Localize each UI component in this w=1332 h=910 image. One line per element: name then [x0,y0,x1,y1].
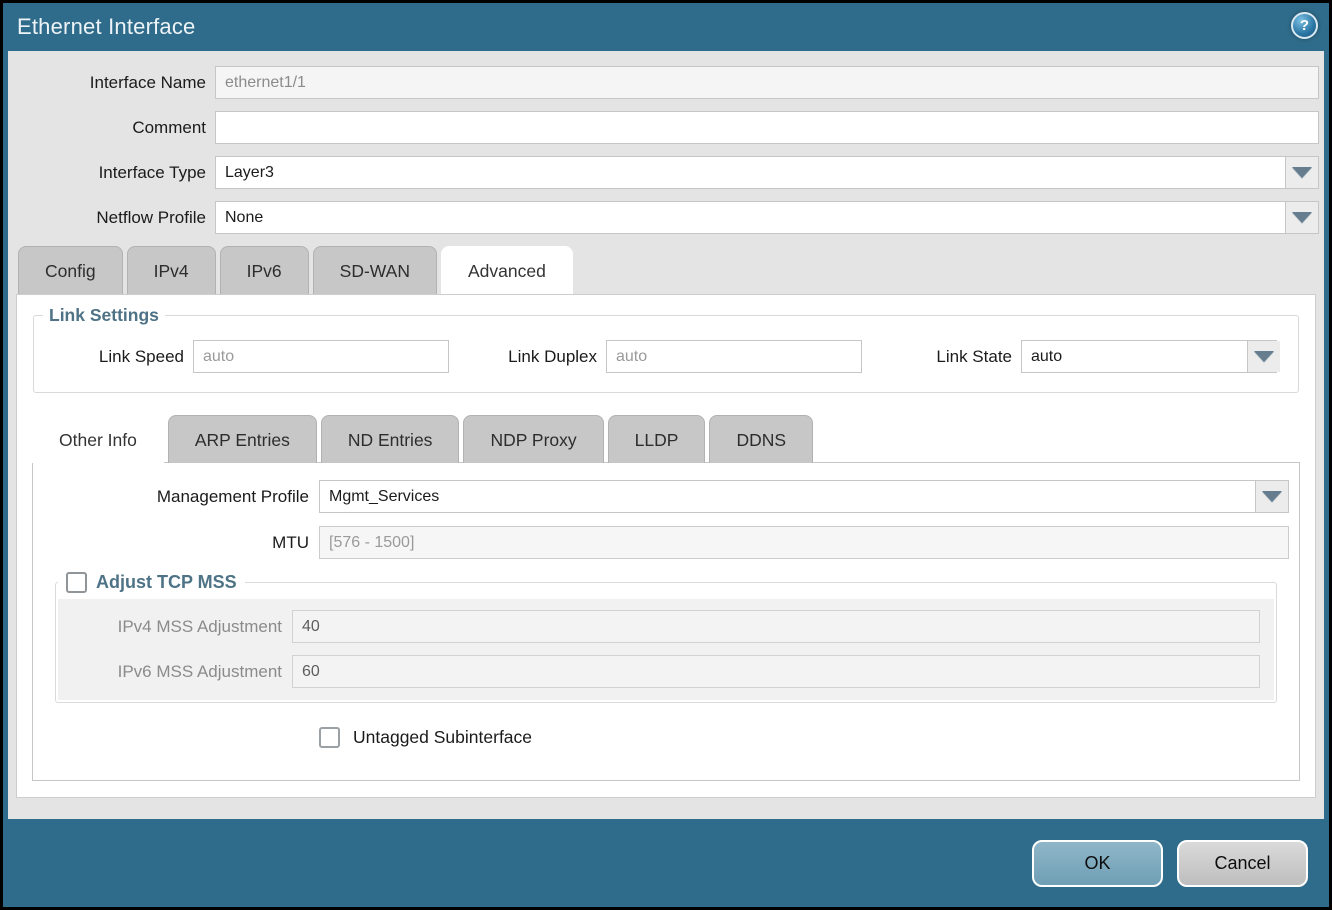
interface-name-label: Interface Name [8,73,206,93]
interface-name-field [215,66,1319,99]
dialog-body: Interface Name Comment Interface Type [8,51,1324,819]
other-info-panel: Management Profile MTU [32,462,1300,781]
cancel-button[interactable]: Cancel [1177,840,1308,887]
link-settings-row: Link Speed Link Duplex Link State [34,340,1298,373]
link-duplex-field[interactable] [606,340,862,373]
mtu-field[interactable] [319,526,1289,559]
chevron-down-icon [1292,167,1312,178]
interface-name-row: Interface Name [8,66,1319,99]
chevron-down-icon [1254,351,1274,362]
ipv6-mss-label: IPv6 MSS Adjustment [58,662,282,682]
management-profile-dropdown[interactable] [319,480,1289,513]
management-profile-dropdown-button[interactable] [1255,481,1288,512]
tab-advanced[interactable]: Advanced [441,246,573,294]
tab-ndp-proxy[interactable]: NDP Proxy [463,415,603,463]
inner-tab-strip: Other Info ARP Entries ND Entries NDP Pr… [17,415,1315,463]
link-state-group: Link State [924,340,1277,373]
untagged-subinterface-checkbox[interactable] [319,727,340,748]
link-duplex-label: Link Duplex [497,347,597,367]
tab-ipv6[interactable]: IPv6 [220,246,309,294]
link-duplex-input[interactable] [607,341,861,372]
untagged-subinterface-label: Untagged Subinterface [353,727,532,748]
netflow-profile-dropdown[interactable] [215,201,1319,234]
interface-type-dropdown-button[interactable] [1285,157,1318,188]
mtu-input[interactable] [320,527,1288,558]
titlebar: Ethernet Interface ? [3,3,1329,51]
interface-type-value[interactable] [216,157,1285,188]
link-speed-field[interactable] [193,340,449,373]
dialog-title: Ethernet Interface [17,14,195,40]
tab-ipv4[interactable]: IPv4 [127,246,216,294]
link-state-dropdown-button[interactable] [1247,341,1280,372]
link-duplex-group: Link Duplex [497,340,862,373]
link-state-label: Link State [924,347,1012,367]
management-profile-label: Management Profile [43,487,309,507]
ipv4-mss-row: IPv4 MSS Adjustment [58,610,1260,643]
mtu-label: MTU [43,533,309,553]
netflow-profile-value[interactable] [216,202,1285,233]
tab-ddns[interactable]: DDNS [709,415,813,463]
tab-arp-entries[interactable]: ARP Entries [168,415,317,463]
management-profile-row: Management Profile [43,480,1289,513]
comment-input[interactable] [216,112,1318,143]
chevron-down-icon [1292,212,1312,223]
comment-field[interactable] [215,111,1319,144]
netflow-profile-label: Netflow Profile [8,208,206,228]
tab-sdwan[interactable]: SD-WAN [313,246,437,294]
tab-lldp[interactable]: LLDP [608,415,706,463]
ipv4-mss-input [293,611,1259,642]
management-profile-value[interactable] [320,481,1255,512]
tab-other-info[interactable]: Other Info [32,415,164,463]
interface-type-label: Interface Type [8,163,206,183]
link-state-value[interactable] [1022,341,1247,372]
ipv6-mss-row: IPv6 MSS Adjustment [58,655,1260,688]
main-tab-strip: Config IPv4 IPv6 SD-WAN Advanced [8,246,1324,294]
ethernet-interface-dialog: Ethernet Interface ? Interface Name Comm… [0,0,1332,910]
adjust-tcp-mss-body: IPv4 MSS Adjustment IPv6 MSS Adjustment [58,599,1274,700]
ipv6-mss-field [292,655,1260,688]
link-speed-group: Link Speed [34,340,449,373]
comment-label: Comment [8,118,206,138]
adjust-tcp-mss-legend: Adjust TCP MSS [58,572,245,593]
dialog-footer: OK Cancel [3,819,1329,907]
netflow-profile-row: Netflow Profile [8,201,1319,234]
comment-row: Comment [8,111,1319,144]
link-state-dropdown[interactable] [1021,340,1277,373]
interface-type-dropdown[interactable] [215,156,1319,189]
interface-type-row: Interface Type [8,156,1319,189]
adjust-tcp-mss-fieldset: Adjust TCP MSS IPv4 MSS Adjustment IPv6 … [55,572,1277,703]
mtu-row: MTU [43,526,1289,559]
link-settings-fieldset: Link Settings Link Speed Link Duplex [33,305,1299,393]
netflow-profile-dropdown-button[interactable] [1285,202,1318,233]
ipv4-mss-field [292,610,1260,643]
chevron-down-icon [1262,491,1282,502]
advanced-tab-panel: Link Settings Link Speed Link Duplex [16,294,1316,798]
link-settings-legend: Link Settings [43,305,165,326]
tab-config[interactable]: Config [18,246,123,294]
link-speed-label: Link Speed [34,347,184,367]
tab-nd-entries[interactable]: ND Entries [321,415,460,463]
ipv4-mss-label: IPv4 MSS Adjustment [58,617,282,637]
adjust-tcp-mss-checkbox[interactable] [66,572,87,593]
adjust-tcp-mss-title: Adjust TCP MSS [96,572,237,593]
ipv6-mss-input [293,656,1259,687]
top-form: Interface Name Comment Interface Type [8,51,1324,234]
ok-button[interactable]: OK [1032,840,1163,887]
help-icon[interactable]: ? [1291,12,1318,39]
interface-name-input [216,67,1318,98]
untagged-subinterface-row: Untagged Subinterface [319,727,1289,748]
link-speed-input[interactable] [194,341,448,372]
